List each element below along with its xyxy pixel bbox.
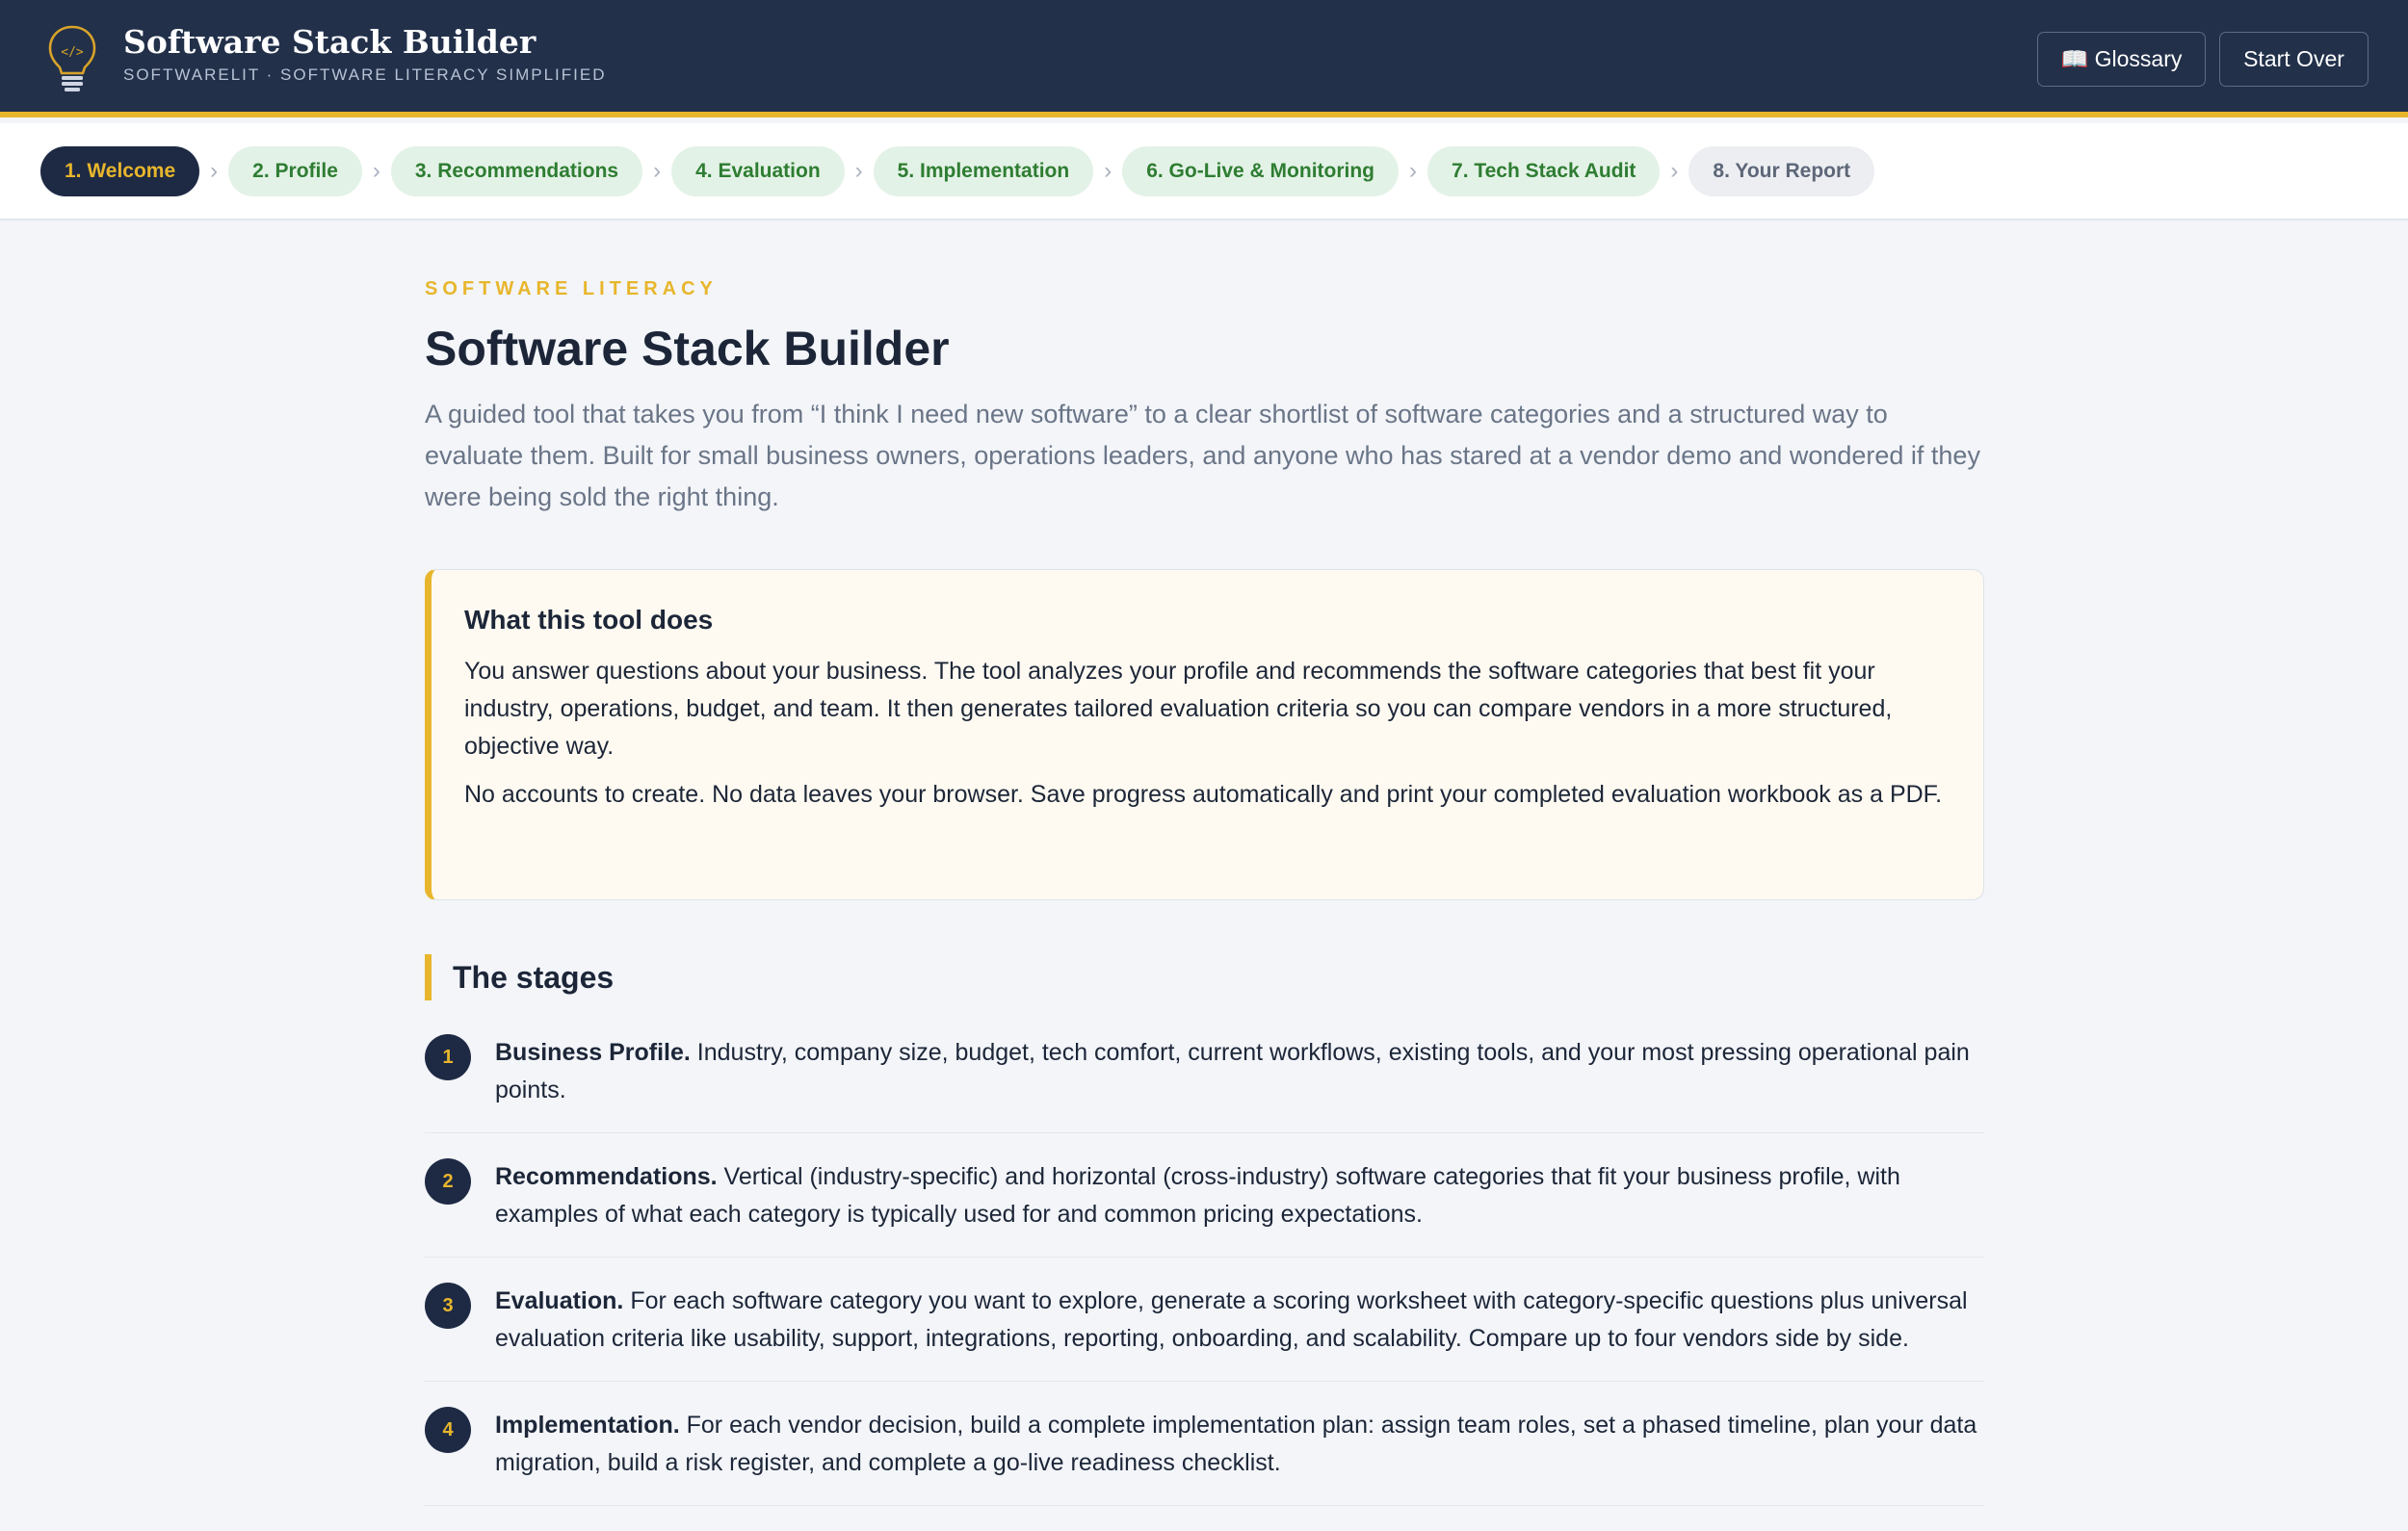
stage-description: Industry, company size, budget, tech com… [495, 1039, 1970, 1103]
callout-paragraph: No accounts to create. No data leaves yo… [464, 781, 1943, 808]
step-profile[interactable]: 2. Profile [228, 145, 362, 196]
stage-title: Business Profile. [495, 1039, 691, 1066]
stage-title: Evaluation. [495, 1287, 624, 1314]
step-recommendations[interactable]: 3. Recommendations [390, 145, 643, 196]
chevron-right-icon: › [854, 157, 863, 184]
app-title: Software Stack Builder [123, 23, 537, 61]
intro-paragraph: A guided tool that takes you from “I thi… [425, 400, 1980, 511]
step-go-live-monitoring[interactable]: 6. Go-Live & Monitoring [1122, 145, 1400, 196]
glossary-button[interactable]: 📖 Glossary [2037, 32, 2206, 87]
list-item: 2 Recommendations. Vertical (industry-sp… [425, 1158, 1984, 1258]
stages-heading: The stages [425, 954, 614, 1000]
callout-title: What this tool does [464, 605, 714, 635]
start-over-button[interactable]: Start Over [2219, 32, 2369, 87]
section-kicker: SOFTWARE LITERACY [425, 278, 718, 299]
step-implementation[interactable]: 5. Implementation [873, 145, 1094, 196]
chevron-right-icon: › [653, 157, 662, 184]
callout-paragraph: You answer questions about your business… [464, 658, 1893, 760]
tool-description-callout: What this tool does You answer questions… [425, 569, 1984, 900]
stage-title: Recommendations. [495, 1163, 718, 1190]
lightbulb-code-icon: </> [48, 25, 96, 91]
step-your-report[interactable]: 8. Your Report [1688, 145, 1875, 196]
stage-number-badge: 1 [425, 1034, 471, 1080]
svg-text:</>: </> [61, 45, 84, 60]
stage-number-badge: 3 [425, 1283, 471, 1329]
page-title: Software Stack Builder [425, 322, 950, 376]
stage-number-badge: 4 [425, 1407, 471, 1453]
list-item: 3 Evaluation. For each software category… [425, 1283, 1984, 1382]
chevron-right-icon: › [1409, 157, 1418, 184]
stage-nav: 1. Welcome › 2. Profile › 3. Recommendat… [0, 123, 2408, 221]
stage-title: Implementation. [495, 1412, 680, 1439]
top-bar: </> Software Stack Builder SOFTWARELIT ·… [0, 0, 2408, 117]
stage-description: For each software category you want to e… [495, 1287, 1968, 1352]
chevron-right-icon: › [1670, 157, 1679, 184]
step-tech-stack-audit[interactable]: 7. Tech Stack Audit [1427, 145, 1661, 196]
stages-list: 1 Business Profile. Industry, company si… [425, 1034, 1984, 1531]
step-evaluation[interactable]: 4. Evaluation [671, 145, 845, 196]
chevron-right-icon: › [210, 157, 219, 184]
chevron-right-icon: › [372, 157, 380, 184]
list-item: 1 Business Profile. Industry, company si… [425, 1034, 1984, 1133]
chevron-right-icon: › [1104, 157, 1112, 184]
app-subtitle: SOFTWARELIT · SOFTWARE LITERACY SIMPLIFI… [123, 65, 607, 84]
step-welcome[interactable]: 1. Welcome [40, 145, 200, 196]
stage-description: For each vendor decision, build a comple… [495, 1412, 1977, 1476]
list-item: 4 Implementation. For each vendor decisi… [425, 1407, 1984, 1506]
stage-number-badge: 2 [425, 1158, 471, 1205]
